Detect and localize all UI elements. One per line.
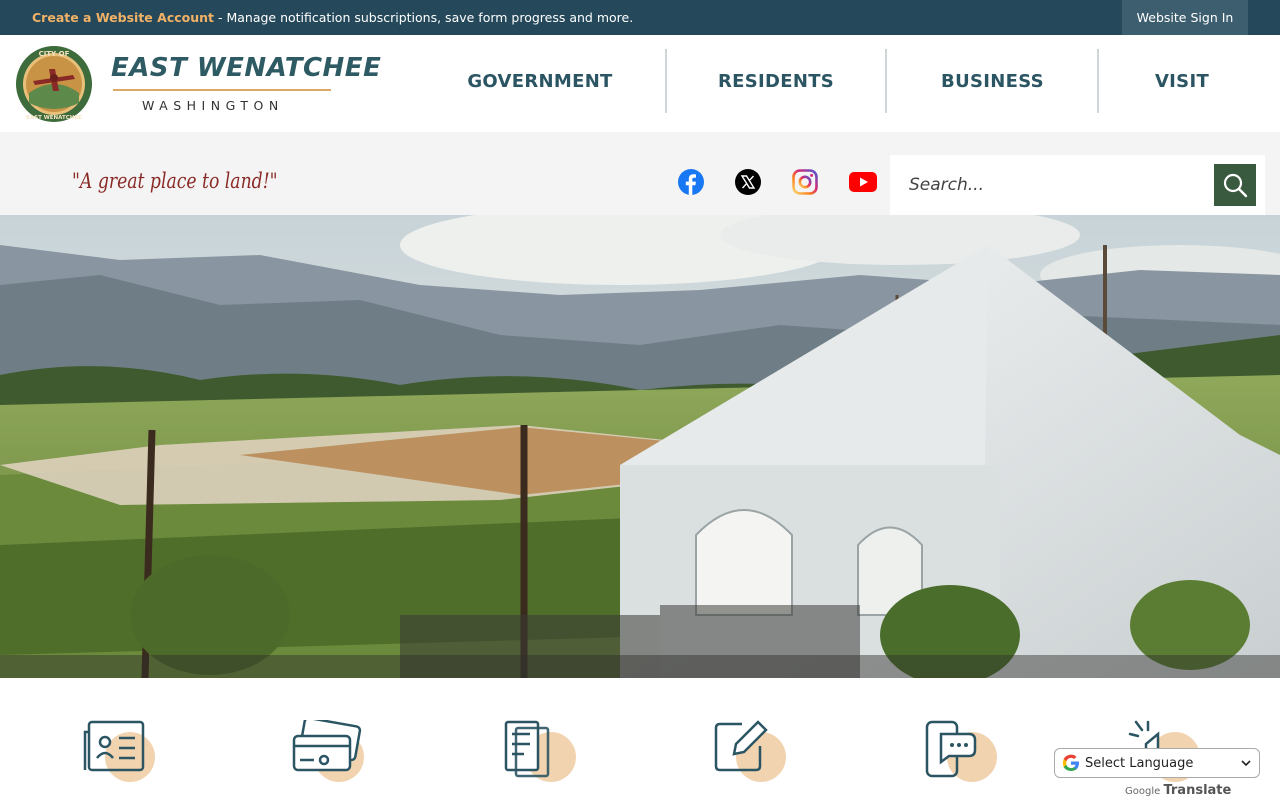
powered-by-google: Google	[1125, 786, 1161, 797]
youtube-icon[interactable]	[849, 168, 877, 196]
logo-subtitle: WASHINGTON	[142, 98, 284, 113]
sign-in-button[interactable]: Website Sign In	[1122, 0, 1248, 35]
sub-bar: "A great place to land!"	[0, 132, 1280, 215]
nav-business[interactable]: BUSINESS	[887, 49, 1098, 113]
logo-name[interactable]: EAST WENATCHEE	[111, 53, 381, 83]
chevron-down-icon	[1241, 760, 1251, 767]
nav-visit[interactable]: VISIT	[1099, 49, 1265, 113]
documents-icon[interactable]	[504, 720, 584, 782]
nav-government[interactable]: GOVERNMENT	[434, 49, 646, 113]
instagram-icon[interactable]	[791, 168, 819, 196]
google-translate-credit[interactable]: Google Translate	[1125, 783, 1231, 798]
top-bar: Create a Website Account - Manage notifi…	[0, 0, 1280, 35]
language-select[interactable]: Select Language	[1054, 748, 1260, 778]
contact-icon[interactable]	[925, 720, 1005, 782]
create-account-link[interactable]: Create a Website Account	[32, 10, 214, 25]
search-input[interactable]	[890, 155, 1210, 215]
search-button[interactable]	[1214, 164, 1256, 206]
site-header: CITY OF EAST WENATCHEE EAST WENATCHEE WA…	[0, 35, 1280, 132]
news-icon[interactable]	[83, 720, 163, 782]
google-g-icon	[1062, 754, 1079, 771]
tagline: "A great place to land!"	[72, 169, 278, 193]
payments-icon[interactable]	[292, 720, 372, 782]
search-box	[890, 155, 1265, 215]
seal-text-top: CITY OF	[39, 50, 70, 58]
nav-residents[interactable]: RESIDENTS	[667, 49, 885, 113]
search-icon	[1223, 173, 1248, 198]
hero-image	[0, 215, 1280, 678]
forms-icon[interactable]	[714, 720, 794, 782]
seal-text-bottom: EAST WENATCHEE	[26, 115, 82, 121]
facebook-icon[interactable]	[677, 168, 705, 196]
account-message: Create a Website Account - Manage notifi…	[32, 10, 633, 25]
logo-divider	[113, 89, 331, 91]
x-twitter-icon[interactable]	[734, 168, 762, 196]
language-select-label: Select Language	[1085, 755, 1194, 771]
quick-links	[0, 678, 1280, 800]
translate-word: Translate	[1163, 783, 1232, 798]
create-account-text: - Manage notification subscriptions, sav…	[214, 10, 634, 25]
city-seal-logo[interactable]: CITY OF EAST WENATCHEE	[15, 45, 93, 123]
